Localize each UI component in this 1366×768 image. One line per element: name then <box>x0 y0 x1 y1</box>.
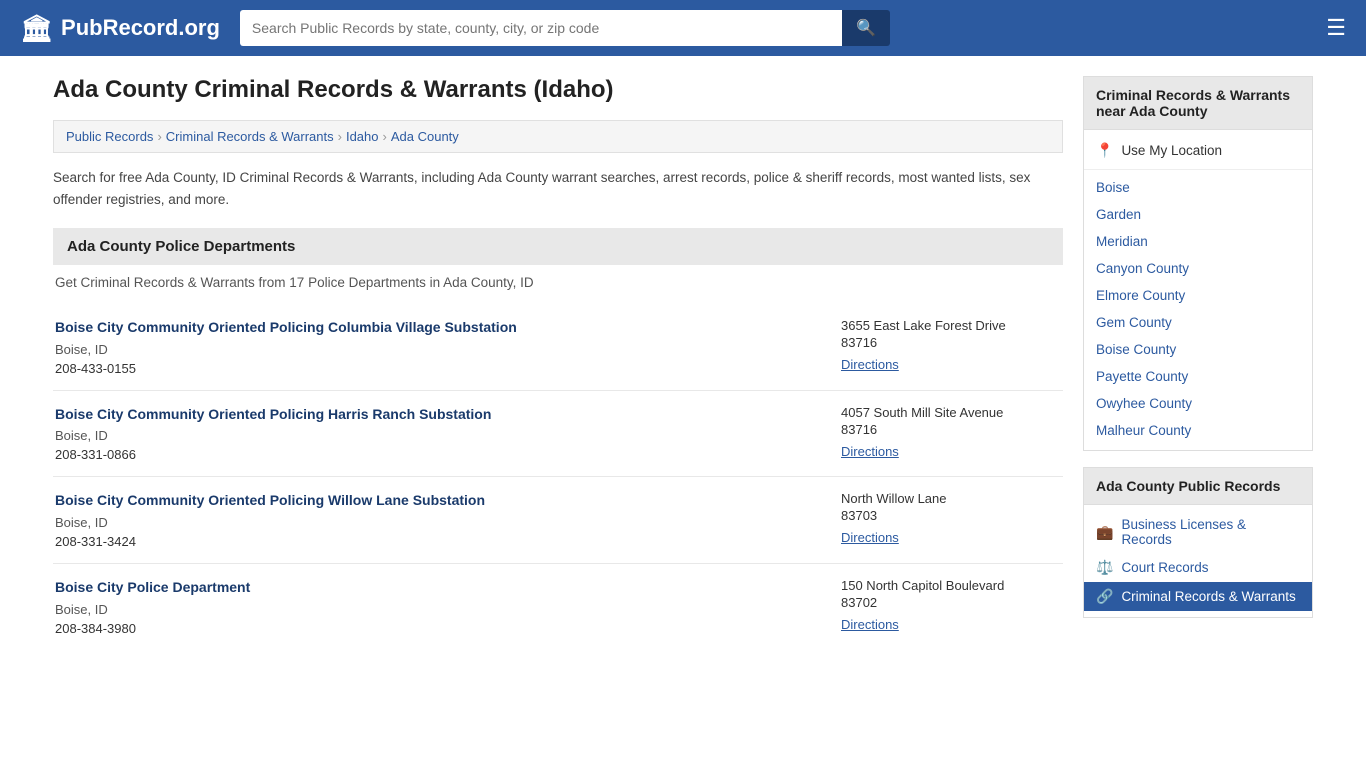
record-name: Boise City Community Oriented Policing H… <box>55 405 821 425</box>
record-left-2: Boise City Community Oriented Policing W… <box>55 491 821 549</box>
sidebar-public-records-link[interactable]: 🔗 Criminal Records & Warrants <box>1084 582 1312 611</box>
sidebar-public-records-link[interactable]: ⚖️ Court Records <box>1084 553 1312 582</box>
directions-link[interactable]: Directions <box>841 617 899 632</box>
page-description: Search for free Ada County, ID Criminal … <box>53 167 1063 210</box>
record-right-0: 3655 East Lake Forest Drive 83716 Direct… <box>841 318 1061 376</box>
record-address: 150 North Capitol Boulevard <box>841 578 1061 593</box>
main-container: Ada County Criminal Records & Warrants (… <box>33 56 1333 670</box>
table-row: Boise City Police Department Boise, ID 2… <box>53 564 1063 650</box>
table-row: Boise City Community Oriented Policing H… <box>53 391 1063 478</box>
breadcrumb: Public Records › Criminal Records & Warr… <box>53 120 1063 153</box>
sidebar-nearby-link[interactable]: Meridian <box>1084 228 1312 255</box>
sidebar-link-icon: ⚖️ <box>1096 559 1113 576</box>
sidebar-public-records-link[interactable]: 💼 Business Licenses & Records <box>1084 511 1312 553</box>
sidebar-nearby-link[interactable]: Payette County <box>1084 363 1312 390</box>
public-records-box: Ada County Public Records 💼 Business Lice… <box>1083 467 1313 618</box>
record-zip: 83716 <box>841 422 1061 437</box>
table-row: Boise City Community Oriented Policing C… <box>53 304 1063 391</box>
use-my-location[interactable]: 📍 Use My Location <box>1084 136 1312 165</box>
use-location-label: Use My Location <box>1121 143 1222 158</box>
sidebar-nearby-link[interactable]: Boise County <box>1084 336 1312 363</box>
menu-icon[interactable]: ☰ <box>1326 15 1346 41</box>
sidebar-nearby-link[interactable]: Canyon County <box>1084 255 1312 282</box>
record-phone: 208-384-3980 <box>55 621 821 636</box>
record-address: 4057 South Mill Site Avenue <box>841 405 1061 420</box>
record-left-3: Boise City Police Department Boise, ID 2… <box>55 578 821 636</box>
sidebar-nearby-link[interactable]: Boise <box>1084 174 1312 201</box>
section-header: Ada County Police Departments <box>53 228 1063 265</box>
record-name: Boise City Community Oriented Policing W… <box>55 491 821 511</box>
record-phone: 208-433-0155 <box>55 361 821 376</box>
site-logo[interactable]: 🏛 PubRecord.org <box>20 13 220 44</box>
sidebar-link-icon: 💼 <box>1096 524 1113 541</box>
breadcrumb-ada-county[interactable]: Ada County <box>391 129 459 144</box>
records-list: Boise City Community Oriented Policing C… <box>53 304 1063 649</box>
breadcrumb-public-records[interactable]: Public Records <box>66 129 153 144</box>
record-left-0: Boise City Community Oriented Policing C… <box>55 318 821 376</box>
sidebar-nearby-link[interactable]: Elmore County <box>1084 282 1312 309</box>
directions-link[interactable]: Directions <box>841 444 899 459</box>
site-header: 🏛 PubRecord.org 🔍 ☰ <box>0 0 1366 56</box>
breadcrumb-idaho[interactable]: Idaho <box>346 129 379 144</box>
record-name: Boise City Police Department <box>55 578 821 598</box>
record-city: Boise, ID <box>55 342 821 357</box>
sidebar-nearby-link[interactable]: Gem County <box>1084 309 1312 336</box>
record-right-2: North Willow Lane 83703 Directions <box>841 491 1061 549</box>
nearby-title: Criminal Records & Warrants near Ada Cou… <box>1084 77 1312 130</box>
record-address: North Willow Lane <box>841 491 1061 506</box>
logo-icon: 🏛 <box>20 13 53 44</box>
record-address: 3655 East Lake Forest Drive <box>841 318 1061 333</box>
search-bar: 🔍 <box>240 10 890 46</box>
search-icon: 🔍 <box>856 20 876 37</box>
record-zip: 83703 <box>841 508 1061 523</box>
record-zip: 83716 <box>841 335 1061 350</box>
sidebar-link-label: Business Licenses & Records <box>1121 517 1300 547</box>
nearby-box: Criminal Records & Warrants near Ada Cou… <box>1083 76 1313 451</box>
sidebar-link-icon: 🔗 <box>1096 588 1113 605</box>
public-records-title: Ada County Public Records <box>1084 468 1312 505</box>
search-button[interactable]: 🔍 <box>842 10 890 46</box>
location-icon: 📍 <box>1096 142 1113 159</box>
record-name: Boise City Community Oriented Policing C… <box>55 318 821 338</box>
page-title: Ada County Criminal Records & Warrants (… <box>53 76 1063 104</box>
sidebar-nearby-link[interactable]: Owyhee County <box>1084 390 1312 417</box>
record-left-1: Boise City Community Oriented Policing H… <box>55 405 821 463</box>
record-phone: 208-331-3424 <box>55 534 821 549</box>
table-row: Boise City Community Oriented Policing W… <box>53 477 1063 564</box>
record-right-1: 4057 South Mill Site Avenue 83716 Direct… <box>841 405 1061 463</box>
sidebar-link-label: Court Records <box>1121 560 1208 575</box>
directions-link[interactable]: Directions <box>841 357 899 372</box>
record-zip: 83702 <box>841 595 1061 610</box>
public-records-list: 💼 Business Licenses & Records ⚖️ Court Reco… <box>1084 505 1312 617</box>
search-input[interactable] <box>240 10 842 46</box>
nearby-list: 📍 Use My Location BoiseGardenMeridianCan… <box>1084 130 1312 450</box>
record-city: Boise, ID <box>55 515 821 530</box>
sidebar: Criminal Records & Warrants near Ada Cou… <box>1083 76 1313 650</box>
record-city: Boise, ID <box>55 602 821 617</box>
logo-text: PubRecord.org <box>61 15 220 41</box>
sidebar-nearby-link[interactable]: Garden <box>1084 201 1312 228</box>
section-sub: Get Criminal Records & Warrants from 17 … <box>53 275 1063 290</box>
sidebar-link-label: Criminal Records & Warrants <box>1121 589 1295 604</box>
main-content: Ada County Criminal Records & Warrants (… <box>53 76 1063 650</box>
record-city: Boise, ID <box>55 428 821 443</box>
record-right-3: 150 North Capitol Boulevard 83702 Direct… <box>841 578 1061 636</box>
record-phone: 208-331-0866 <box>55 447 821 462</box>
directions-link[interactable]: Directions <box>841 530 899 545</box>
sidebar-nearby-link[interactable]: Malheur County <box>1084 417 1312 444</box>
breadcrumb-criminal-records[interactable]: Criminal Records & Warrants <box>166 129 334 144</box>
